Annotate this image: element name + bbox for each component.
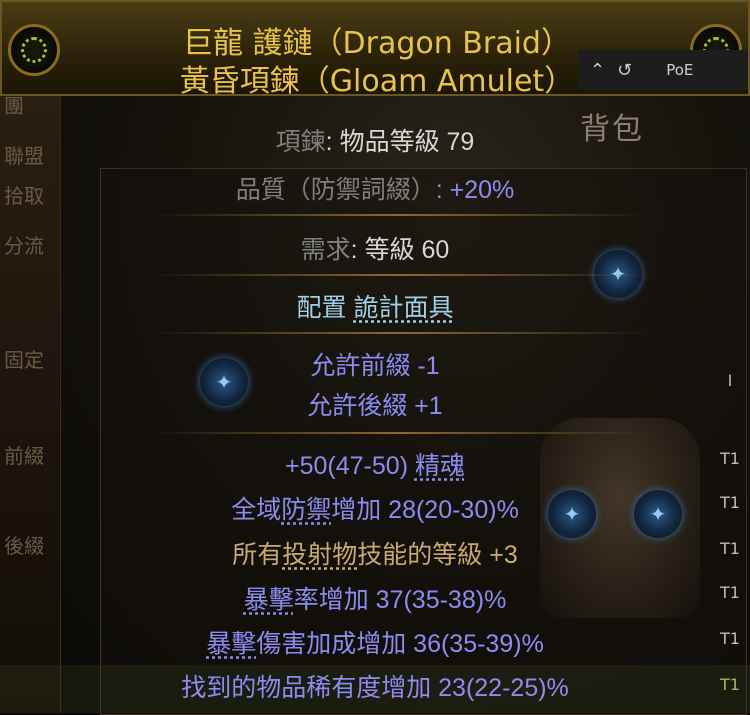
quality-line: 品質（防禦詞綴）: +20% [235,176,515,204]
chevron-up-icon[interactable]: ⌃ [590,60,605,81]
topbar: ⌃ ↺ PoE [578,50,748,90]
mod-line: +50(47-50) 精魂 [285,452,465,480]
history-icon[interactable]: ↺ [617,60,632,81]
separator [150,274,650,276]
config-line: 配置 詭計面具 [296,294,454,322]
item-tooltip: 巨龍 護鏈（Dragon Braid） 黃昏項鍊（Gloam Amulet） ⌃… [0,0,750,713]
prefix-allowed: 允許前綴 -1 [310,352,440,380]
requirement-line: 需求: 等級 60 [300,236,450,264]
mod-line: 找到的物品稀有度增加 23(22-25)% [181,674,569,702]
separator [150,332,650,334]
item-class-line: 項鍊: 物品等級 79 [275,128,475,156]
mod-line: 全域防禦增加 28(20-30)% [231,496,519,524]
topbar-text: PoE [666,61,694,79]
tooltip-header: 巨龍 護鏈（Dragon Braid） 黃昏項鍊（Gloam Amulet） ⌃… [0,0,750,99]
separator [150,214,650,216]
mod-line: 暴擊率增加 37(35-38)% [243,586,507,614]
separator [150,432,650,434]
mod-line: 所有投射物技能的等級 +3 [232,541,518,569]
suffix-allowed: 允許後綴 +1 [307,392,443,420]
mod-line: 暴擊傷害加成增加 36(35-39)% [206,630,544,658]
